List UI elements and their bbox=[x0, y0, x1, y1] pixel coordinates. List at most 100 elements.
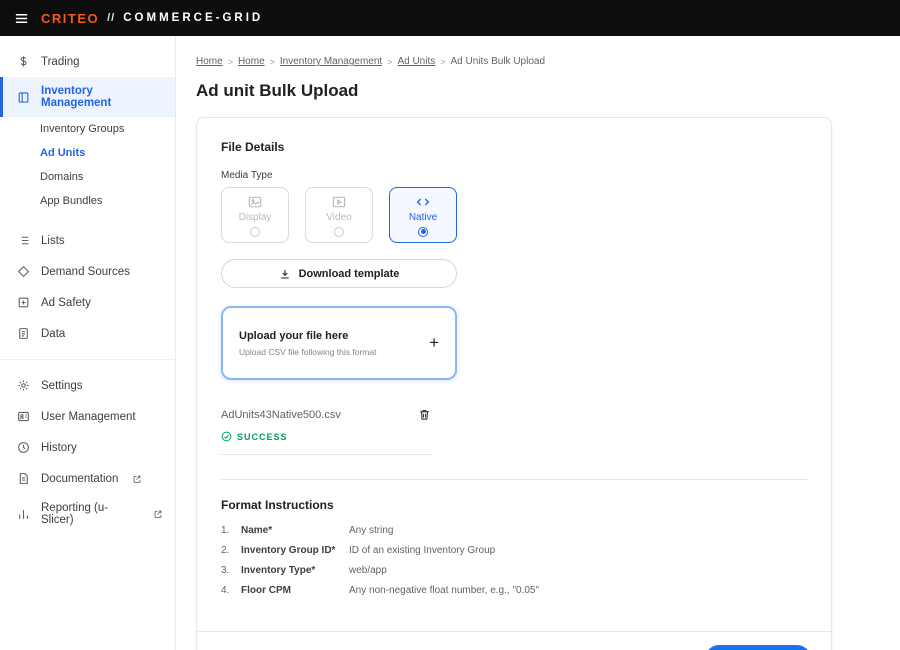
format-row-number: 3. bbox=[221, 565, 241, 576]
format-row: 1. Name* Any string bbox=[221, 525, 807, 536]
sidebar-item-label: User Management bbox=[41, 411, 136, 423]
file-details-heading: File Details bbox=[221, 140, 807, 154]
sidebar-item-lists[interactable]: Lists bbox=[0, 225, 175, 256]
doc-icon bbox=[16, 471, 31, 486]
format-instructions-heading: Format Instructions bbox=[221, 498, 807, 512]
sidebar: Trading Inventory Management Inventory G… bbox=[0, 36, 176, 650]
dollar-icon bbox=[16, 54, 31, 69]
format-row-number: 1. bbox=[221, 525, 241, 536]
format-row-desc: Any string bbox=[349, 525, 393, 536]
media-type-options: Display Video bbox=[221, 187, 807, 243]
back-button[interactable]: Back bbox=[642, 646, 696, 650]
trash-icon bbox=[418, 408, 431, 421]
format-row: 3. Inventory Type* web/app bbox=[221, 565, 807, 576]
product-name: COMMERCE-GRID bbox=[123, 12, 263, 24]
display-radio[interactable] bbox=[250, 227, 260, 237]
media-option-label: Display bbox=[239, 212, 272, 223]
upload-status-badge: SUCCESS bbox=[221, 431, 433, 455]
media-option-label: Native bbox=[409, 212, 437, 223]
format-row-desc: web/app bbox=[349, 565, 387, 576]
media-option-video[interactable]: Video bbox=[305, 187, 373, 243]
sidebar-item-trading[interactable]: Trading bbox=[0, 46, 175, 77]
code-icon bbox=[415, 194, 431, 210]
demand-icon bbox=[16, 264, 31, 279]
plus-icon: + bbox=[429, 333, 439, 353]
inventory-icon bbox=[16, 90, 31, 105]
user-icon bbox=[16, 409, 31, 424]
breadcrumb-link-ad-units[interactable]: Ad Units bbox=[397, 56, 435, 67]
format-row: 4. Floor CPM Any non-negative float numb… bbox=[221, 585, 807, 596]
sidebar-item-history[interactable]: History bbox=[0, 432, 175, 463]
format-row-field: Inventory Group ID* bbox=[241, 545, 349, 556]
submit-file-button[interactable]: Submit File bbox=[705, 645, 811, 650]
sidebar-item-label: Trading bbox=[41, 56, 80, 68]
sidebar-item-label: Lists bbox=[41, 235, 65, 247]
main-content: Home > Home > Inventory Management > Ad … bbox=[176, 36, 900, 650]
media-option-label: Video bbox=[326, 212, 351, 223]
bulk-upload-card: File Details Media Type Display bbox=[196, 117, 832, 650]
sidebar-subitem-domains[interactable]: Domains bbox=[0, 165, 175, 189]
dropzone-title: Upload your file here bbox=[239, 330, 376, 342]
sidebar-item-demand-sources[interactable]: Demand Sources bbox=[0, 256, 175, 287]
format-row-number: 2. bbox=[221, 545, 241, 556]
sidebar-subitem-app-bundles[interactable]: App Bundles bbox=[0, 189, 175, 213]
sidebar-item-documentation[interactable]: Documentation bbox=[0, 463, 175, 494]
sidebar-item-label: Settings bbox=[41, 380, 83, 392]
report-icon bbox=[16, 507, 31, 522]
hamburger-menu-icon[interactable] bbox=[14, 11, 29, 26]
sidebar-item-user-management[interactable]: User Management bbox=[0, 401, 175, 432]
sidebar-item-settings[interactable]: Settings bbox=[0, 370, 175, 401]
breadcrumb-separator: > bbox=[270, 57, 275, 67]
video-radio[interactable] bbox=[334, 227, 344, 237]
download-template-button[interactable]: Download template bbox=[221, 259, 457, 288]
media-option-display[interactable]: Display bbox=[221, 187, 289, 243]
native-radio[interactable] bbox=[418, 227, 428, 237]
sidebar-item-inventory-management[interactable]: Inventory Management bbox=[0, 77, 175, 117]
sidebar-subitem-ad-units[interactable]: Ad Units bbox=[0, 141, 175, 165]
brand-separator: // bbox=[107, 12, 115, 24]
sidebar-item-label: Documentation bbox=[41, 473, 118, 485]
format-row-field: Inventory Type* bbox=[241, 565, 349, 576]
uploaded-file-row: AdUnits43Native500.csv bbox=[221, 406, 433, 423]
breadcrumb-separator: > bbox=[440, 57, 445, 67]
sidebar-item-data[interactable]: Data bbox=[0, 318, 175, 349]
download-template-label: Download template bbox=[299, 268, 400, 280]
sidebar-subitem-inventory-groups[interactable]: Inventory Groups bbox=[0, 117, 175, 141]
gear-icon bbox=[16, 378, 31, 393]
breadcrumb-link-home-1[interactable]: Home bbox=[196, 56, 223, 67]
breadcrumb-current: Ad Units Bulk Upload bbox=[451, 56, 546, 67]
sidebar-item-reporting[interactable]: Reporting (u-Slicer) bbox=[0, 494, 175, 534]
section-divider bbox=[221, 479, 807, 480]
sidebar-divider bbox=[0, 359, 175, 360]
data-icon bbox=[16, 326, 31, 341]
format-row: 2. Inventory Group ID* ID of an existing… bbox=[221, 545, 807, 556]
criteo-logo: CRITEO bbox=[41, 11, 99, 26]
media-type-label: Media Type bbox=[221, 170, 807, 181]
format-row-number: 4. bbox=[221, 585, 241, 596]
download-icon bbox=[279, 268, 291, 280]
image-icon bbox=[247, 194, 263, 210]
breadcrumb-link-home-2[interactable]: Home bbox=[238, 56, 265, 67]
card-footer: Back Submit File bbox=[197, 631, 831, 650]
sidebar-spacer bbox=[0, 213, 175, 225]
dropzone-text: Upload your file here Upload CSV file fo… bbox=[239, 330, 376, 357]
file-dropzone[interactable]: Upload your file here Upload CSV file fo… bbox=[221, 306, 457, 380]
sidebar-item-label: History bbox=[41, 442, 77, 454]
video-icon bbox=[331, 194, 347, 210]
list-icon bbox=[16, 233, 31, 248]
external-link-icon bbox=[132, 474, 142, 484]
delete-file-button[interactable] bbox=[416, 406, 433, 423]
dropzone-subtitle: Upload CSV file following this format bbox=[239, 347, 376, 357]
breadcrumb-link-inventory-management[interactable]: Inventory Management bbox=[280, 56, 382, 67]
sidebar-item-ad-safety[interactable]: Ad Safety bbox=[0, 287, 175, 318]
sidebar-item-label: Inventory Management bbox=[41, 85, 163, 109]
sidebar-item-label: Ad Safety bbox=[41, 297, 91, 309]
format-row-field: Floor CPM bbox=[241, 585, 349, 596]
check-circle-icon bbox=[221, 431, 232, 442]
app-window: CRITEO // COMMERCE-GRID Trading Inventor… bbox=[0, 0, 900, 650]
history-icon bbox=[16, 440, 31, 455]
uploaded-file-name: AdUnits43Native500.csv bbox=[221, 409, 341, 421]
breadcrumb-separator: > bbox=[228, 57, 233, 67]
sidebar-item-label: Demand Sources bbox=[41, 266, 130, 278]
media-option-native[interactable]: Native bbox=[389, 187, 457, 243]
